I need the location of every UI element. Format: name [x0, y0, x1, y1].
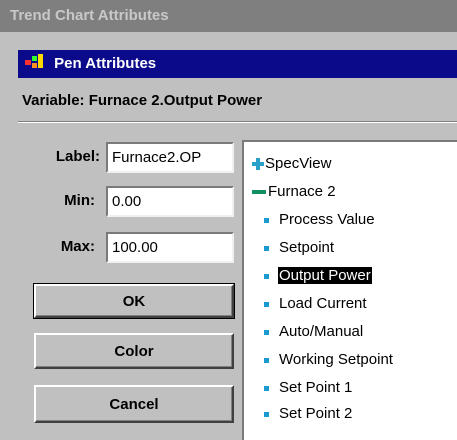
tree-item-label: Load Current — [279, 295, 367, 312]
tree-item-label: Set Point 2 — [279, 405, 353, 422]
ok-button[interactable]: OK — [33, 283, 235, 319]
bullet-icon — [264, 330, 269, 335]
bullet-icon — [264, 358, 269, 363]
tree-group[interactable]: Furnace 2 — [252, 182, 336, 202]
pen-color-icon — [24, 53, 46, 71]
tree-root[interactable]: SpecView — [252, 154, 331, 174]
bullet-icon — [264, 386, 269, 391]
min-field[interactable] — [106, 186, 234, 217]
max-field[interactable] — [106, 232, 234, 263]
dialog-title: Pen Attributes — [54, 55, 157, 72]
tree-item-auto-manual[interactable]: Auto/Manual — [264, 322, 363, 342]
tree-item-setpoint[interactable]: Setpoint — [264, 238, 334, 258]
tree-item-output-power[interactable]: Output Power — [264, 266, 372, 286]
bullet-icon — [264, 412, 269, 417]
collapse-minus-icon[interactable] — [252, 190, 266, 194]
tree-item-label: Process Value — [279, 211, 375, 228]
color-button-label: Color — [114, 342, 154, 360]
expand-plus-icon[interactable] — [252, 158, 264, 170]
variable-tree[interactable]: SpecView Furnace 2 Process Value Setpoin… — [242, 140, 457, 440]
tree-item-label-selected: Output Power — [278, 267, 372, 284]
tree-item-process-value[interactable]: Process Value — [264, 210, 375, 230]
tree-item-set-point-1[interactable]: Set Point 1 — [264, 378, 352, 398]
label-field-label: Label: — [55, 148, 100, 165]
tree-group-label: Furnace 2 — [268, 183, 336, 200]
cancel-button[interactable]: Cancel — [34, 385, 234, 423]
window-title: Trend Chart Attributes — [10, 7, 169, 24]
max-field-label: Max: — [60, 238, 95, 255]
ok-button-label: OK — [122, 292, 146, 310]
divider — [18, 121, 457, 123]
min-field-label: Min: — [64, 192, 95, 209]
tree-item-label: Set Point 1 — [279, 379, 353, 396]
label-field[interactable] — [106, 142, 234, 173]
variable-label: Variable: — [22, 92, 85, 109]
tree-root-label: SpecView — [265, 155, 332, 172]
window-titlebar[interactable]: Trend Chart Attributes — [0, 0, 457, 32]
tree-item-label: Working Setpoint — [279, 351, 393, 368]
bullet-icon — [264, 246, 269, 251]
bullet-icon — [264, 302, 269, 307]
tree-item-label: Setpoint — [279, 239, 335, 256]
bullet-icon — [264, 218, 269, 223]
tree-item-working-setpoint[interactable]: Working Setpoint — [264, 350, 393, 370]
color-button[interactable]: Color — [34, 333, 234, 369]
dialog-titlebar[interactable]: Pen Attributes — [18, 50, 457, 78]
variable-value: Furnace 2.Output Power — [88, 92, 263, 109]
variable-row: Variable: Furnace 2.Output Power — [22, 86, 262, 116]
tree-item-load-current[interactable]: Load Current — [264, 294, 367, 314]
cancel-button-label: Cancel — [109, 395, 159, 413]
bullet-icon — [264, 274, 269, 279]
tree-item-label: Auto/Manual — [279, 323, 364, 340]
tree-item-set-point-2[interactable]: Set Point 2 — [264, 404, 352, 424]
